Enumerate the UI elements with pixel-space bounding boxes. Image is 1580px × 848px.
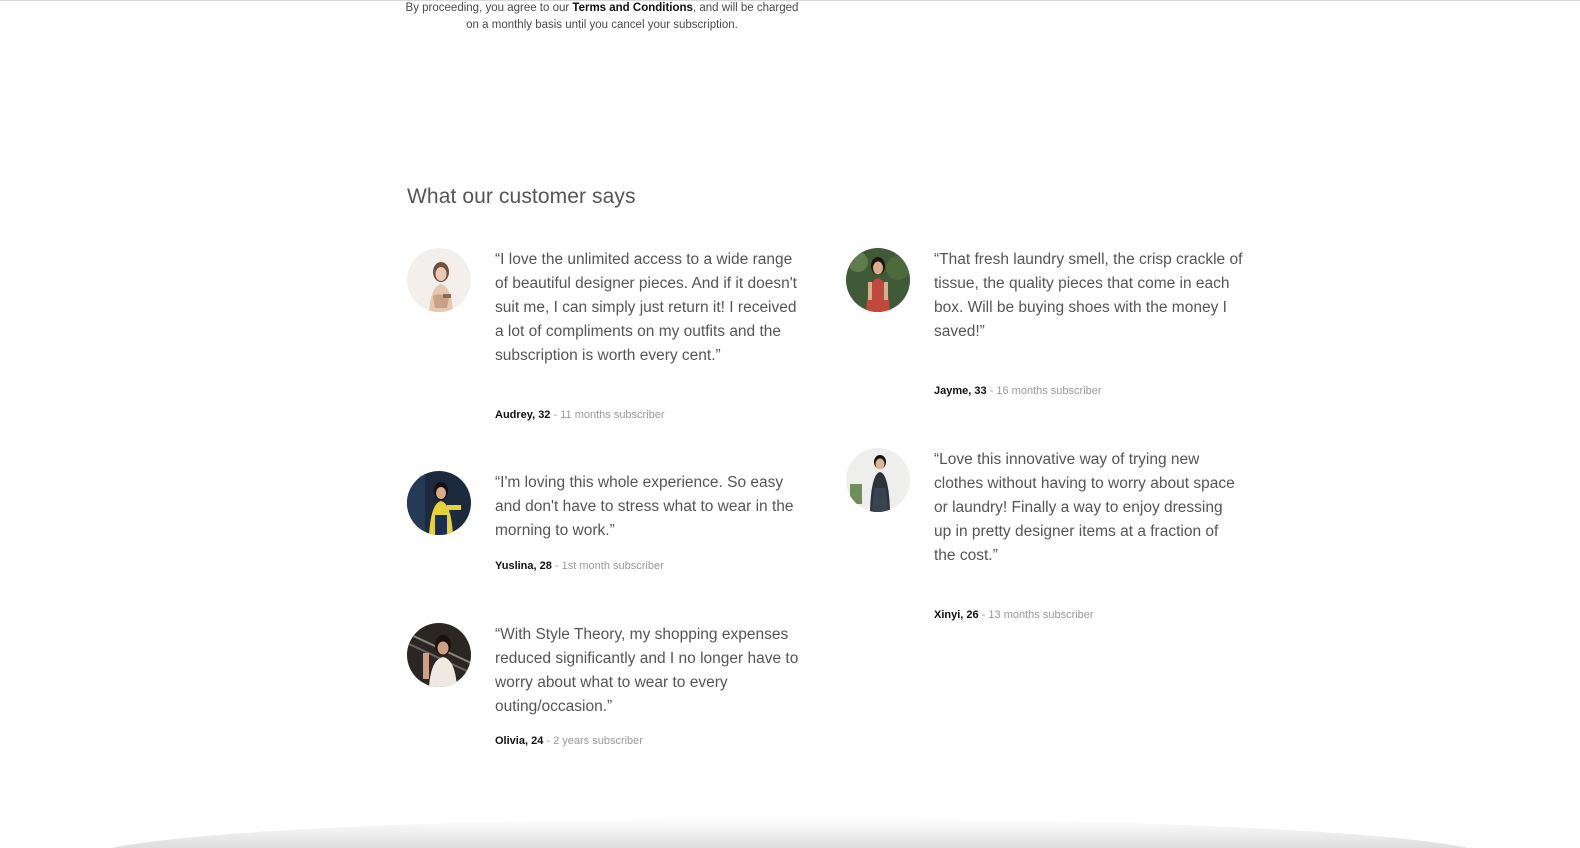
avatar-photo-icon: [407, 623, 471, 687]
testimonial-quote: “That fresh laundry smell, the crisp cra…: [934, 251, 1243, 340]
testimonial-byline: Xinyi, 26 - 13 months subscriber: [934, 608, 1094, 622]
avatar: [407, 248, 471, 312]
testimonial-quote: “I'm loving this whole experience. So ea…: [495, 474, 794, 539]
footer-shadow: [90, 818, 1490, 848]
testimonial-card: “I love the unlimited access to a wide r…: [407, 248, 817, 428]
avatar-photo-icon: [846, 448, 910, 512]
testimonial-byline: Olivia, 24 - 2 years subscriber: [495, 734, 643, 748]
page: By proceeding, you agree to our Terms an…: [0, 0, 1580, 848]
avatar: [846, 448, 910, 512]
subscriber-tenure: - 11 months subscriber: [550, 409, 665, 421]
testimonial-card: “Love this innovative way of trying new …: [846, 448, 1256, 628]
customer-name: Jayme, 33: [934, 385, 987, 397]
customer-name: Olivia, 24: [495, 735, 544, 747]
testimonial-card: “I'm loving this whole experience. So ea…: [407, 471, 817, 581]
testimonial-card: “With Style Theory, my shopping expenses…: [407, 623, 817, 753]
testimonial-byline: Yuslina, 28 - 1st month subscriber: [495, 559, 664, 573]
customer-name: Yuslina, 28: [495, 560, 552, 572]
subscriber-tenure: - 2 years subscriber: [543, 735, 643, 747]
testimonial-quote: “Love this innovative way of trying new …: [934, 451, 1235, 564]
terms-notice: By proceeding, you agree to our Terms an…: [402, 0, 802, 34]
testimonial-byline: Jayme, 33 - 16 months subscriber: [934, 384, 1102, 398]
avatar: [407, 623, 471, 687]
terms-prefix: By proceeding, you agree to our: [405, 2, 573, 14]
section-title: What our customer says: [407, 185, 636, 208]
avatar-photo-icon: [407, 248, 471, 312]
avatar-photo-icon: [407, 471, 471, 535]
subscriber-tenure: - 16 months subscriber: [986, 385, 1102, 397]
subscriber-tenure: - 13 months subscriber: [978, 609, 1094, 621]
terms-link[interactable]: Terms and Conditions: [572, 2, 693, 14]
customer-name: Audrey, 32: [495, 409, 551, 421]
testimonial-quote: “I love the unlimited access to a wide r…: [495, 251, 797, 364]
subscriber-tenure: - 1st month subscriber: [551, 560, 664, 572]
avatar: [407, 471, 471, 535]
testimonial-quote: “With Style Theory, my shopping expenses…: [495, 626, 799, 715]
testimonial-byline: Audrey, 32 - 11 months subscriber: [495, 408, 665, 422]
avatar: [846, 248, 910, 312]
customer-name: Xinyi, 26: [934, 609, 979, 621]
avatar-photo-icon: [846, 248, 910, 312]
testimonial-card: “That fresh laundry smell, the crisp cra…: [846, 248, 1256, 408]
